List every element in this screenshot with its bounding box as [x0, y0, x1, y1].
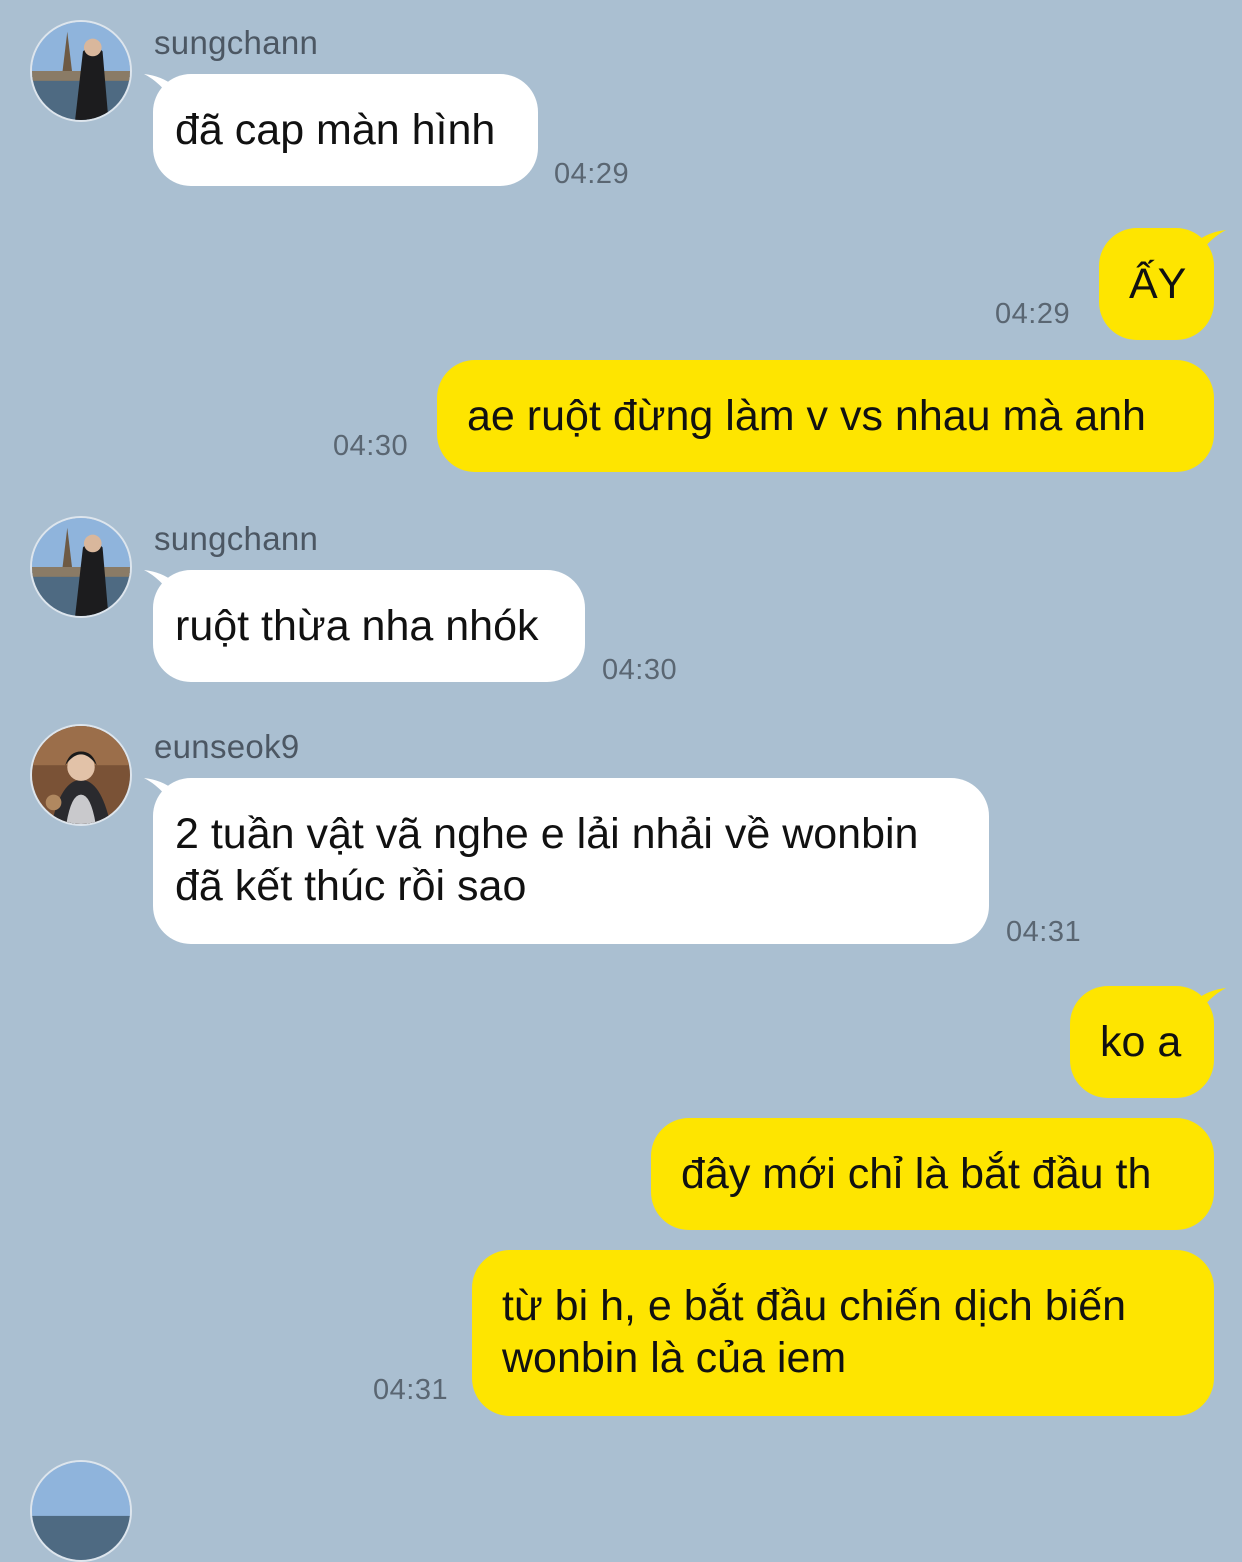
bubble-tail — [1196, 230, 1226, 258]
message-bubble[interactable]: ae ruột đừng làm v vs nhau mà anh — [437, 360, 1214, 472]
avatar[interactable] — [30, 516, 132, 618]
message-bubble[interactable]: từ bi h, e bắt đầu chiến dịch biến wonbi… — [472, 1250, 1214, 1416]
sungchann-avatar-icon — [32, 518, 130, 616]
message-bubble[interactable]: ruột thừa nha nhók — [153, 570, 585, 682]
message-time: 04:29 — [995, 298, 1071, 330]
chat-message-list[interactable]: sungchann đã cap màn hình 04:29 ẤY 04:29… — [0, 0, 1242, 1562]
message-time: 04:31 — [373, 1374, 449, 1406]
eunseok9-avatar-icon — [32, 726, 130, 824]
sender-name: eunseok9 — [154, 728, 300, 765]
message-bubble[interactable]: 2 tuần vật vã nghe e lải nhải về wonbin … — [153, 778, 989, 944]
bubble-tail — [1196, 988, 1226, 1016]
message-time: 04:29 — [554, 158, 630, 190]
sungchann-avatar-icon — [32, 1462, 130, 1560]
message-time: 04:30 — [333, 430, 409, 462]
avatar[interactable] — [30, 724, 132, 826]
avatar[interactable] — [30, 1460, 132, 1562]
sungchann-avatar-icon — [32, 22, 130, 120]
message-bubble[interactable]: đây mới chỉ là bắt đầu th — [651, 1118, 1214, 1230]
message-time: 04:31 — [1006, 916, 1082, 948]
message-time: 04:30 — [602, 654, 678, 686]
avatar[interactable] — [30, 20, 132, 122]
sender-name: sungchann — [154, 24, 319, 61]
message-bubble[interactable]: đã cap màn hình — [153, 74, 538, 186]
sender-name: sungchann — [154, 520, 319, 557]
message-bubble[interactable]: ko a — [1070, 986, 1214, 1098]
